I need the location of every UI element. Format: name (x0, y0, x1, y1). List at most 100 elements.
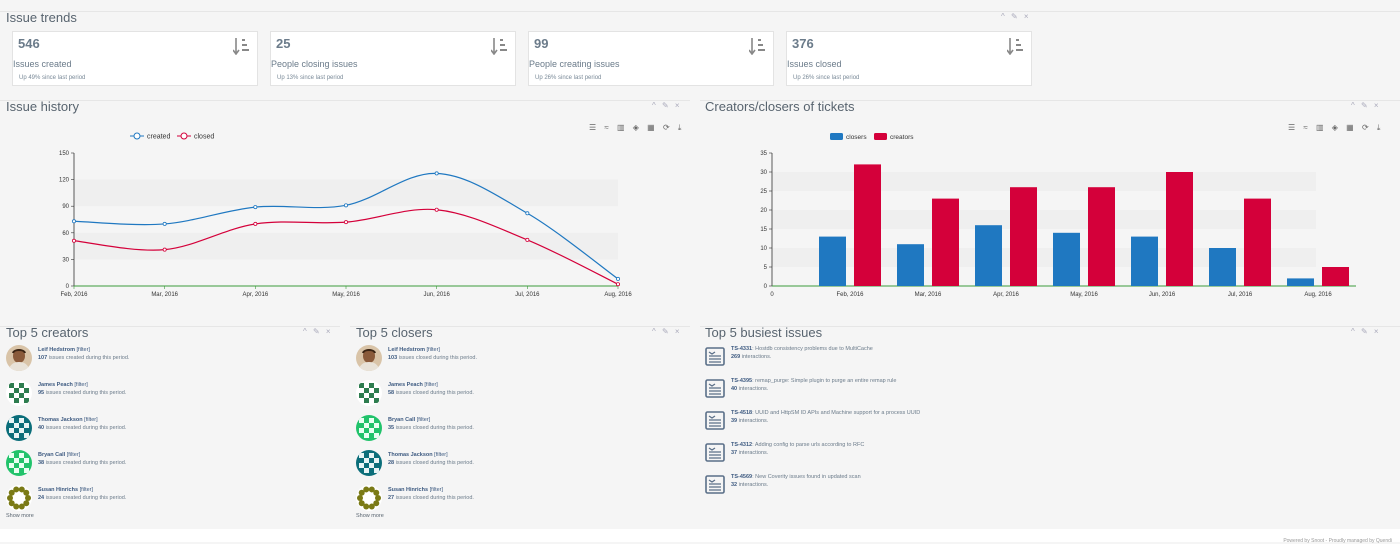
avatar-thomas-jackson[interactable] (6, 415, 32, 441)
creators-closers-controls[interactable]: ^ ✎ × (1351, 101, 1381, 110)
top-busiest-controls[interactable]: ^ ✎ × (1351, 327, 1381, 336)
interactions-label: interactions. (738, 386, 769, 392)
person-desc: issues closed during this period. (395, 425, 474, 431)
issue-interactions: 39 interactions. (731, 418, 768, 424)
person-row: James Peach [filter] 58 issues closed dur… (356, 380, 686, 406)
x-start-label: 0 (770, 292, 774, 298)
busiest-issue-row: TS-4518: UUID and HttpSM ID APIs and Mac… (705, 410, 1305, 432)
y-tick-label: 150 (59, 151, 70, 157)
person-name-link[interactable]: Susan Hinrichs (38, 487, 78, 493)
avatar-leif-hedstrom[interactable] (6, 345, 32, 371)
sort-icon[interactable] (749, 37, 765, 55)
issue-icon (705, 379, 725, 398)
issue-key-link[interactable]: TS-4518 (731, 410, 752, 416)
interactions-label: interactions. (738, 482, 769, 488)
person-name-link[interactable]: Leif Hedstrom (388, 347, 425, 353)
person-count: 40 (38, 425, 45, 431)
filter-link[interactable]: [filter] (434, 452, 447, 458)
person-desc: issues created during this period. (48, 355, 130, 361)
creators-show-more-link[interactable]: Show more (6, 513, 34, 519)
issue-summary: : New Coverity issues found in updated s… (752, 474, 861, 480)
footer: Powered by Snoot - Proudly managed by Qu… (0, 529, 1400, 544)
top-creators-title: Top 5 creators (6, 325, 89, 340)
issue-title: TS-4569: New Coverity issues found in up… (731, 474, 861, 480)
filter-link[interactable]: [filter] (430, 487, 443, 493)
trends-controls[interactable]: ^ ✎ × (1001, 12, 1031, 21)
person-count: 38 (38, 460, 45, 466)
sort-icon[interactable] (233, 37, 249, 55)
bar-closers (975, 225, 1002, 286)
person-name-link[interactable]: James Peach (38, 382, 73, 388)
closers-show-more-link[interactable]: Show more (356, 513, 384, 519)
grid-band (74, 232, 618, 260)
issue-key-link[interactable]: TS-4569 (731, 474, 752, 480)
data-point-created (343, 203, 348, 208)
bar-closers (1287, 278, 1314, 286)
person-desc: issues closed during this period. (395, 495, 474, 501)
person-name-link[interactable]: Thomas Jackson (388, 452, 433, 458)
avatar-bryan-call[interactable] (356, 415, 382, 441)
person-name-link[interactable]: Bryan Call (38, 452, 65, 458)
person-count: 107 (38, 355, 48, 361)
legend-marker-closed (180, 132, 188, 140)
data-point-created (162, 221, 167, 226)
top-creators-controls[interactable]: ^ ✎ × (303, 327, 333, 336)
avatar-susan-hinrichs[interactable] (356, 485, 382, 511)
person-stats: 27 issues closed during this period. (388, 495, 474, 501)
legend-swatch-closers (830, 133, 843, 140)
bar-creators (1088, 187, 1115, 286)
data-point-closed (343, 220, 348, 225)
y-tick-label: 20 (760, 208, 767, 214)
person-name-link[interactable]: Susan Hinrichs (388, 487, 428, 493)
person-desc: issues closed during this period. (395, 460, 474, 466)
top-closers-controls[interactable]: ^ ✎ × (652, 327, 682, 336)
y-tick-label: 30 (760, 170, 767, 176)
filter-link[interactable]: [filter] (417, 417, 430, 423)
interactions-label: interactions. (738, 418, 769, 424)
person-name-link[interactable]: Leif Hedstrom (38, 347, 75, 353)
avatar-bryan-call[interactable] (6, 450, 32, 476)
stat-value: 376 (792, 36, 814, 51)
history-controls[interactable]: ^ ✎ × (652, 101, 682, 110)
legend-label-creators: creators (890, 134, 914, 141)
sort-icon[interactable] (1007, 37, 1023, 55)
x-tick-label: Jul, 2016 (1228, 292, 1253, 298)
interaction-count: 39 (731, 418, 738, 424)
avatar-thomas-jackson[interactable] (356, 450, 382, 476)
person-name: Susan Hinrichs [filter] (38, 487, 93, 493)
issue-key-link[interactable]: TS-4395 (731, 378, 752, 384)
person-name: Bryan Call [filter] (38, 452, 80, 458)
grid-band (74, 179, 618, 207)
interactions-label: interactions. (738, 450, 769, 456)
issue-summary: : UUID and HttpSM ID APIs and Machine su… (752, 410, 921, 416)
filter-link[interactable]: [filter] (84, 417, 97, 423)
avatar-susan-hinrichs[interactable] (6, 485, 32, 511)
person-row: Thomas Jackson [filter] 40 issues created… (6, 415, 336, 441)
filter-link[interactable]: [filter] (80, 487, 93, 493)
sort-icon[interactable] (491, 37, 507, 55)
avatar-james-peach[interactable] (356, 380, 382, 406)
person-desc: issues closed during this period. (395, 390, 474, 396)
person-row: Thomas Jackson [filter] 28 issues closed … (356, 450, 686, 476)
filter-link[interactable]: [filter] (67, 452, 80, 458)
person-row: Leif Hedstrom [filter] 103 issues closed … (356, 345, 686, 371)
avatar-leif-hedstrom[interactable] (356, 345, 382, 371)
filter-link[interactable]: [filter] (424, 382, 437, 388)
issue-summary: : remap_purge: Simple plugin to purge an… (752, 378, 897, 384)
person-name-link[interactable]: James Peach (388, 382, 423, 388)
person-name-link[interactable]: Bryan Call (388, 417, 415, 423)
issue-icon (705, 475, 725, 494)
avatar-james-peach[interactable] (6, 380, 32, 406)
filter-link[interactable]: [filter] (77, 347, 90, 353)
y-tick-label: 0 (764, 284, 768, 290)
person-count: 35 (388, 425, 395, 431)
filter-link[interactable]: [filter] (74, 382, 87, 388)
issue-key-link[interactable]: TS-4312 (731, 442, 752, 448)
issue-key-link[interactable]: TS-4331 (731, 346, 752, 352)
y-tick-label: 25 (760, 189, 767, 195)
stat-change: Up 26% since last period (793, 75, 860, 81)
legend-swatch-creators (874, 133, 887, 140)
filter-link[interactable]: [filter] (427, 347, 440, 353)
person-name-link[interactable]: Thomas Jackson (38, 417, 83, 423)
bar-creators (1010, 187, 1037, 286)
